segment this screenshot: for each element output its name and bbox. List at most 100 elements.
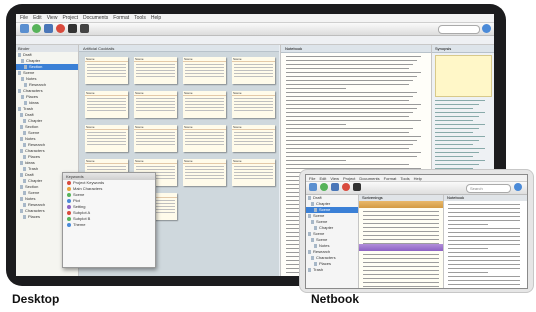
index-card[interactable]: Scene: [85, 91, 128, 118]
text-line: [363, 235, 439, 236]
menu-item[interactable]: Help: [151, 15, 161, 21]
menu-item[interactable]: File: [309, 176, 315, 181]
menu-item[interactable]: Documents: [359, 176, 379, 181]
index-card[interactable]: Scene: [85, 125, 128, 152]
text-line: [286, 88, 346, 89]
card-text-line: [136, 101, 175, 102]
index-card[interactable]: Scene: [134, 91, 177, 118]
index-card[interactable]: Scene: [232, 125, 275, 152]
menu-item[interactable]: Edit: [33, 15, 42, 21]
inspector-line: [435, 160, 485, 161]
netbook-search-input[interactable]: Search: [466, 184, 511, 193]
index-card[interactable]: Scene: [183, 159, 226, 186]
menu-item[interactable]: View: [47, 15, 58, 21]
index-card-title: Scene: [134, 91, 177, 96]
binder-item[interactable]: Trash: [306, 267, 358, 273]
synopsis-card[interactable]: [435, 55, 492, 97]
menu-item[interactable]: View: [330, 176, 339, 181]
inspector-button[interactable]: [514, 183, 522, 191]
netbook-scrivenings[interactable]: Scrivenings: [359, 195, 444, 288]
delete-button[interactable]: [56, 24, 65, 33]
netbook-document[interactable]: Notebook: [444, 195, 527, 288]
card-text-line: [136, 132, 175, 133]
document-icon: [24, 83, 27, 87]
index-card[interactable]: Scene: [134, 125, 177, 152]
document-icon: [18, 89, 21, 93]
add-document-button[interactable]: [32, 24, 41, 33]
add-folder-button[interactable]: [331, 183, 339, 191]
menu-item[interactable]: Edit: [319, 176, 326, 181]
card-text-line: [87, 98, 126, 99]
index-card[interactable]: Scene: [183, 125, 226, 152]
index-card-title: Scene: [134, 57, 177, 62]
index-card[interactable]: Scene: [134, 57, 177, 84]
text-line: [286, 72, 421, 73]
document-icon: [311, 220, 314, 224]
index-card[interactable]: Scene: [183, 57, 226, 84]
binder-toggle-button[interactable]: [20, 24, 29, 33]
card-text-line: [234, 172, 273, 173]
menu-item[interactable]: Help: [414, 176, 422, 181]
menu-item[interactable]: Project: [62, 15, 78, 21]
delete-button[interactable]: [342, 183, 350, 191]
menu-item[interactable]: Tools: [400, 176, 409, 181]
view-mode-button[interactable]: [80, 24, 89, 33]
menu-item[interactable]: File: [20, 15, 28, 21]
document-icon: [314, 226, 317, 230]
inspector-line: [435, 108, 473, 109]
add-folder-button[interactable]: [44, 24, 53, 33]
keyword-item[interactable]: Theme: [63, 222, 155, 228]
menu-item[interactable]: Tools: [134, 15, 146, 21]
index-card[interactable]: Scene: [232, 57, 275, 84]
text-line: [448, 236, 520, 237]
card-text-line: [185, 135, 224, 136]
add-document-button[interactable]: [320, 183, 328, 191]
document-icon: [311, 256, 314, 260]
card-text-line: [185, 144, 224, 145]
card-text-line: [136, 166, 175, 167]
index-card-title: Scene: [134, 125, 177, 130]
text-line: [286, 160, 346, 161]
card-text-line: [234, 135, 273, 136]
card-text-line: [87, 73, 126, 74]
card-text-line: [234, 141, 273, 142]
menu-item[interactable]: Format: [113, 15, 129, 21]
menu-item[interactable]: Format: [384, 176, 397, 181]
compile-button[interactable]: [68, 24, 77, 33]
menu-item[interactable]: Project: [343, 176, 355, 181]
document-icon: [24, 65, 27, 69]
text-line: [286, 96, 413, 97]
desktop-toolbar: [16, 23, 494, 36]
search-input[interactable]: [438, 25, 480, 34]
menu-item[interactable]: Documents: [83, 15, 108, 21]
inspector-line: [435, 124, 485, 125]
text-line: [286, 92, 417, 93]
card-text-line: [185, 138, 224, 139]
index-card[interactable]: Scene: [85, 57, 128, 84]
document-icon: [314, 262, 317, 266]
card-text-line: [136, 64, 175, 65]
card-text-line: [234, 70, 273, 71]
index-card-title: Scene: [232, 91, 275, 96]
compile-button[interactable]: [353, 183, 361, 191]
index-card[interactable]: Scene: [232, 159, 275, 186]
keyword-color-dot: [67, 193, 71, 197]
card-text-line: [87, 169, 126, 170]
card-text-line: [87, 76, 126, 77]
inspector-line: [435, 128, 479, 129]
text-line: [286, 152, 421, 153]
index-card[interactable]: Scene: [183, 91, 226, 118]
document-icon: [308, 250, 311, 254]
text-line: [286, 120, 421, 121]
card-text-line: [136, 144, 175, 145]
binder-toggle-button[interactable]: [309, 183, 317, 191]
inspector-button[interactable]: [482, 24, 491, 33]
keyword-color-dot: [67, 217, 71, 221]
text-line: [286, 144, 413, 145]
card-text-line: [234, 67, 273, 68]
index-card[interactable]: Scene: [232, 91, 275, 118]
inspector-line: [435, 164, 479, 165]
inspector-header: Synopsis: [432, 45, 494, 53]
text-line: [363, 219, 439, 220]
desktop-caption: Desktop: [12, 292, 60, 306]
